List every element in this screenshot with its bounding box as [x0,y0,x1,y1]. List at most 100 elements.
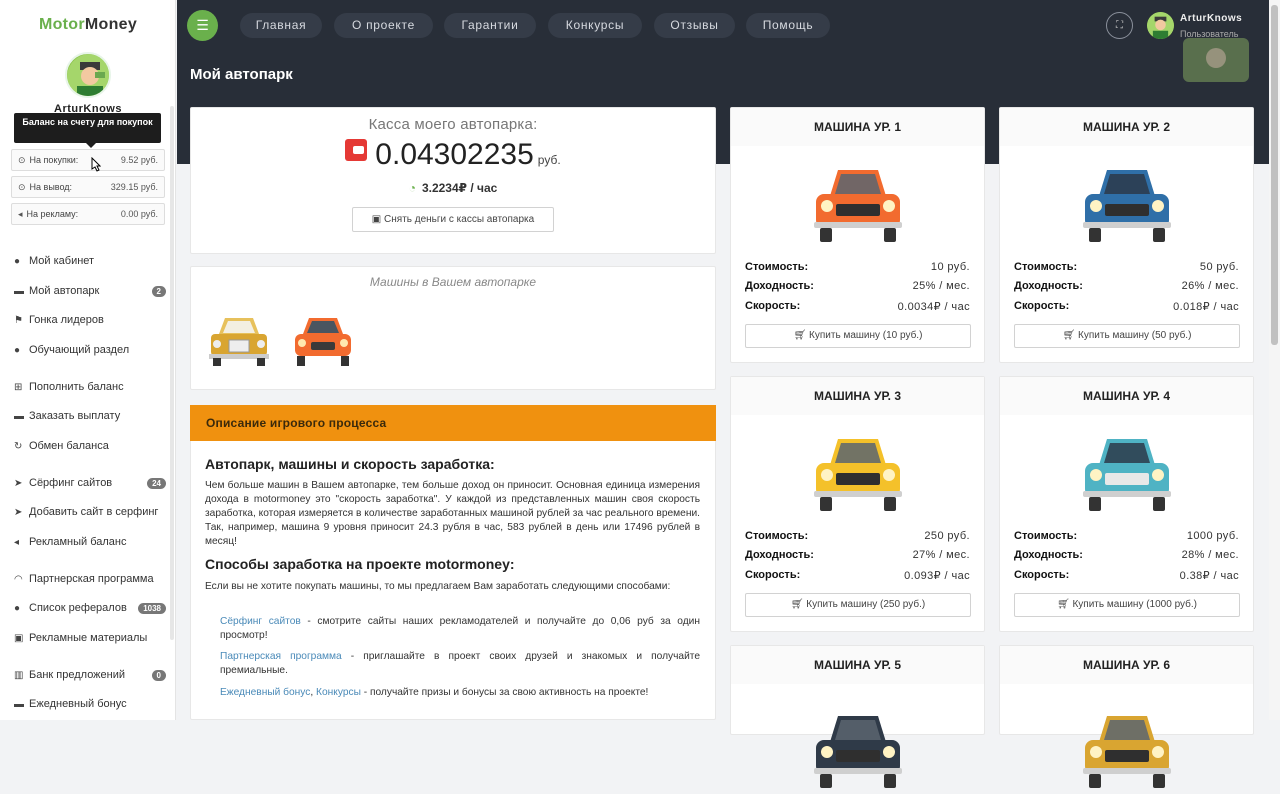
sidebar-item-label: Партнерская программа [29,573,154,585]
balance-withdraw[interactable]: ⊙ На вывод: 329.15 руб. [11,176,165,198]
menu-icon: ● [14,602,21,614]
car-title: МАШИНА УР. 5 [731,646,984,684]
car-image [813,716,902,788]
balance-label: На покупки: [29,155,79,165]
balance-value: 0.00 руб. [120,209,158,219]
buy-car-button[interactable]: 🛒︎ Купить машину (1000 руб.) [1014,593,1240,617]
balance-label: На рекламу: [26,209,79,219]
car-card: МАШИНА УР. 5 [730,645,985,788]
sidebar-item[interactable]: ◂ Рекламный баланс [14,532,166,552]
cash-icon: ▣ [371,214,385,225]
fullscreen-button[interactable]: ⛶ [1106,12,1133,39]
sidebar-item-label: Добавить сайт в серфинг [29,506,159,518]
coin-icon: ⊙ [18,181,26,192]
watermark-avatar [1183,38,1249,82]
car-speed: 0.093₽ / час [904,570,970,582]
menu-icon: ● [14,344,21,356]
car-picture [731,704,984,794]
avatar[interactable] [65,52,111,98]
link-partner[interactable]: Партнерская программа [220,651,342,662]
buy-car-button[interactable]: 🛒︎ Купить машину (10 руб.) [745,324,971,348]
car-speed: 0.38₽ / час [1179,570,1239,582]
sidebar-item[interactable]: ● Список рефералов 1038 [14,598,166,618]
sidebar-scrollbar[interactable] [170,106,174,640]
link-surfing[interactable]: Сёрфинг сайтов [220,616,301,627]
owned-car-orange[interactable] [291,312,355,368]
nav-guarantees[interactable]: Гарантии [444,13,536,38]
sidebar-item-label: Рекламный баланс [29,536,127,548]
nav-help[interactable]: Помощь [746,13,830,38]
withdraw-label: Снять деньги с кассы автопарка [384,214,535,225]
sidebar-item[interactable]: ▣ Рекламные материалы [14,628,166,648]
sidebar-item[interactable]: ▥ Банк предложений 0 [14,665,166,685]
car-speed: 0.0034₽ / час [897,301,970,313]
nav-contests[interactable]: Конкурсы [548,13,642,38]
top-username[interactable]: ArturKnows [1180,13,1242,24]
balance-value: 329.15 руб. [110,182,158,192]
page-title: Мой автопарк [190,66,293,83]
menu-icon: ● [14,255,21,267]
sidebar-item[interactable]: ⚑ Гонка лидеров [14,310,166,330]
nav-reviews[interactable]: Отзывы [654,13,735,38]
owned-car-retro[interactable] [207,312,271,368]
sidebar-item[interactable]: ● Мой кабинет [14,251,166,271]
sidebar-item[interactable]: ● Обучающий раздел [14,340,166,360]
sidebar-item-label: Обучающий раздел [29,344,130,356]
nav-about[interactable]: О проекте [334,13,433,38]
car-title: МАШИНА УР. 2 [1000,108,1253,146]
buy-label: Купить машину (250 руб.) [806,599,926,610]
car-speed-row: Скорость: 0.0034₽ / час [745,300,970,313]
desc-heading-2: Способы заработка на проекте motormoney: [205,556,515,572]
car-picture [731,427,984,517]
stat-label: Скорость: [1014,300,1070,312]
sidebar-item[interactable]: ▬ Ежедневный бонус [14,694,166,714]
car-yield: 25% / мес. [912,280,970,292]
sidebar-item[interactable]: ▬ Заказать выплату [14,406,166,426]
car-cost: 50 руб. [1199,261,1239,273]
buy-car-button[interactable]: 🛒︎ Купить машину (250 руб.) [745,593,971,617]
sidebar-item[interactable]: ◠ Партнерская программа [14,569,166,589]
withdraw-kassa-button[interactable]: ▣ Снять деньги с кассы автопарка [352,207,554,232]
sidebar-item-label: Пополнить баланс [29,381,124,393]
menu-icon: ▥ [14,669,24,681]
balance-purchase[interactable]: ⊙ На покупки: 9.52 руб. [11,149,165,171]
menu-icon: ▬ [14,285,24,297]
balance-ads[interactable]: ◂ На рекламу: 0.00 руб. [11,203,165,225]
sidebar-item[interactable]: ⊞ Пополнить баланс [14,377,166,397]
kassa-rate-row: ◔ 3.2234₽ / час [191,181,715,195]
logo[interactable]: MotorMoney [0,16,176,34]
sidebar-item[interactable]: ➤ Сёрфинг сайтов 24 [14,473,166,493]
desc-heading-1: Автопарк, машины и скорость заработка: [205,456,495,472]
megaphone-icon: ◂ [18,208,23,219]
top-avatar[interactable] [1147,12,1174,39]
car-card: МАШИНА УР. 1 Стоимость: 10 руб. Доходность:… [730,107,985,363]
menu-icon: ➤ [14,477,23,489]
car-title: МАШИНА УР. 6 [1000,646,1253,684]
car-yield-row: Доходность: 28% / мес. [1014,549,1239,561]
cart-icon: 🛒︎ [1062,330,1079,341]
sidebar-item[interactable]: ▬ Мой автопарк 2 [14,281,166,301]
kassa-title: Касса моего автопарка: [368,116,538,133]
page-scrollbar-thumb[interactable] [1271,5,1278,345]
nav-home[interactable]: Главная [240,13,322,38]
desc-paragraph-1: Чем больше машин в Вашем автопарке, тем … [205,480,700,547]
link-contests[interactable]: Конкурсы [316,687,361,698]
menu-icon: ⚑ [14,314,23,326]
count-badge: 24 [147,477,166,489]
car-cost-row: Стоимость: 50 руб. [1014,261,1239,273]
menu-icon: ◠ [14,573,23,585]
link-daily-bonus[interactable]: Ежедневный бонус [220,687,310,698]
sidebar-item[interactable]: ➤ Добавить сайт в серфинг [14,502,166,522]
description-header[interactable]: Описание игрового процесса [190,405,716,441]
buy-car-button[interactable]: 🛒︎ Купить машину (50 руб.) [1014,324,1240,348]
desc-list-item: Сёрфинг сайтов - смотрите сайты наших ре… [220,615,700,643]
car-cost: 1000 руб. [1186,530,1239,542]
menu-icon: ▬ [14,410,24,422]
menu-toggle-button[interactable]: ☰ [187,10,218,41]
hamburger-icon: ☰ [196,17,209,33]
count-badge: 2 [151,285,166,297]
sidebar-item[interactable]: ↻ Обмен баланса [14,436,166,456]
car-cost-row: Стоимость: 1000 руб. [1014,530,1239,542]
desc-list-item: Партнерская программа - приглашайте в пр… [220,650,700,678]
car-card: МАШИНА УР. 3 Стоимость: 250 руб. Доходность… [730,376,985,632]
